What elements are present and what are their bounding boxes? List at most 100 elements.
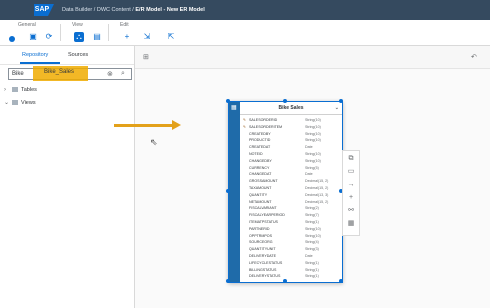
search-value: Bike (12, 71, 24, 77)
resize-handle[interactable] (226, 279, 230, 283)
entity-column-row[interactable]: BILLINGSTATUS String(1) (243, 267, 341, 273)
toolbar-general-label: General (18, 22, 36, 28)
entity-column-row[interactable]: PARTNERID String(10) (243, 226, 341, 232)
entity-column-row[interactable]: CHANGEDAT Date (243, 171, 341, 177)
column-type: String(10) (305, 124, 321, 129)
column-type: String(10) (305, 138, 321, 143)
column-type: String(1) (305, 274, 319, 279)
entity-column-row[interactable]: SOURCEORG String(4) (243, 239, 341, 245)
column-type: String(5) (305, 165, 319, 170)
column-type: Decimal(13, 3) (305, 192, 329, 197)
column-name: NETAMOUNT (249, 199, 272, 204)
entity-column-row[interactable]: PRODUCTID String(10) (243, 137, 341, 143)
tab-sources[interactable]: Sources (68, 52, 88, 58)
toolbar-divider (108, 24, 109, 41)
entity-side-bar: ▦ (229, 102, 240, 282)
undo-icon[interactable]: ↶ (471, 53, 477, 61)
resize-handle[interactable] (283, 279, 287, 283)
resize-handle[interactable] (226, 99, 230, 103)
column-type: Decimal(15, 2) (305, 186, 329, 190)
entity-context-toolbar: ⧉ ▭ → + ⚯ ▦ (342, 150, 360, 236)
entity-column-row[interactable]: DELIVERYSTATUS String(1) (243, 273, 341, 279)
column-name: OPPTRMPOS (249, 233, 272, 238)
column-type: String(10) (305, 152, 321, 156)
breadcrumb-current: E/R Model - New ER Model (135, 7, 205, 13)
entity-column-row[interactable]: DELIVERYDATE Date (243, 253, 341, 259)
entity-column-row[interactable]: QUANTITY Decimal(13, 3) (243, 192, 341, 198)
column-type: String(10) (305, 233, 321, 238)
column-type: String(3) (305, 247, 319, 252)
copy-icon[interactable]: ▭ (346, 167, 356, 177)
left-edge-indicator (9, 36, 15, 42)
entity-column-row[interactable]: CREATEDAT Date (243, 144, 341, 150)
save-icon[interactable]: ▣ (28, 32, 38, 42)
entity-column-row[interactable]: CURRENCY String(5) (243, 165, 341, 171)
column-type: Decimal(15, 2) (305, 199, 329, 204)
view-er-icon[interactable]: ⛬ (74, 32, 84, 42)
column-name: CHANGEDBY (249, 158, 272, 163)
view-list-icon[interactable]: ▤ (92, 32, 102, 42)
add-icon[interactable]: + (346, 193, 356, 203)
entity-column-row[interactable]: CREATEDBY String(10) (243, 131, 341, 137)
entity-column-row[interactable]: NOTEID String(10) (243, 151, 341, 157)
entity-column-row[interactable]: TAXAMOUNT Decimal(15, 2) (243, 185, 341, 191)
entity-column-row[interactable]: ✎ SALESORDERID String(10) (243, 117, 341, 123)
search-icon[interactable]: ⌕ (121, 70, 125, 78)
association-icon[interactable]: ⚯ (346, 206, 356, 216)
column-type: String(1) (305, 267, 319, 272)
app-window: SAP Data Builder / DWC Content / E/R Mod… (0, 0, 490, 308)
tree-item-views[interactable]: ⌄ Views (4, 97, 36, 109)
add-icon[interactable]: + (122, 32, 132, 42)
breadcrumb-path[interactable]: Data Builder / DWC Content / (62, 7, 134, 13)
entity-column-row[interactable]: ✎ SALESORDERITEM String(10) (243, 124, 341, 130)
layout-icon[interactable]: ⊞ (143, 53, 149, 61)
entity-column-row[interactable]: CHANGEDBY String(10) (243, 158, 341, 164)
entity-column-row[interactable]: FISCALVARIANT String(2) (243, 205, 341, 211)
table-icon[interactable]: ▦ (346, 219, 356, 229)
column-name: SALESORDERID (249, 118, 278, 122)
tab-repository[interactable]: Repository (22, 52, 48, 58)
tree-item-bike-sales[interactable]: Bike_Sales (44, 69, 74, 75)
chevron-right-icon[interactable]: › (4, 84, 12, 96)
chevron-down-icon[interactable]: ⌄ (335, 102, 339, 114)
arrow-right-icon[interactable]: → (346, 180, 356, 190)
share-icon[interactable]: ⇱ (166, 32, 176, 42)
entity-column-row[interactable]: NETAMOUNT Decimal(15, 2) (243, 199, 341, 205)
resize-handle[interactable] (226, 189, 230, 193)
entity-column-row[interactable]: OPPTRMPOS String(10) (243, 233, 341, 239)
folder-icon (12, 87, 18, 93)
import-icon[interactable]: ⇲ (142, 32, 152, 42)
entity-title: Bike Sales ⌄ (240, 102, 342, 115)
column-name: NOTEID (249, 152, 263, 156)
entity-column-row[interactable]: ITEMATPSTATUS String(1) (243, 219, 341, 225)
entity-column-row[interactable]: QUANTITYUNIT String(3) (243, 246, 341, 252)
column-type: String(10) (305, 226, 321, 231)
column-name: FISCALVARIANT (249, 206, 277, 211)
column-type: Decimal(15, 2) (305, 179, 329, 184)
tree-item-tables[interactable]: › Tables (4, 84, 37, 96)
resize-handle[interactable] (339, 99, 343, 103)
entity-title-text: Bike Sales (278, 105, 304, 111)
column-type: String(7) (305, 213, 319, 218)
canvas-toolbar: ⊞ ↶ (135, 46, 490, 69)
sap-logo[interactable]: SAP (34, 4, 54, 16)
entity-column-row[interactable]: FISCALYEARPERIOD String(7) (243, 212, 341, 218)
preview-icon[interactable]: ⧉ (346, 154, 356, 164)
column-name: SALESORDERITEM (249, 124, 283, 129)
toolbar-edit-label: Edit (120, 22, 129, 28)
column-type: Date (305, 254, 313, 258)
resize-handle[interactable] (283, 99, 287, 103)
entity-column-row[interactable]: LIFECYCLESTATUS String(1) (243, 260, 341, 266)
drag-arrow-head (172, 120, 181, 130)
column-name: BILLINGSTATUS (249, 267, 277, 272)
chevron-down-icon[interactable]: ⌄ (4, 97, 12, 109)
deploy-icon[interactable]: ⟳ (44, 32, 54, 42)
column-name: DELIVERYSTATUS (249, 274, 281, 279)
clear-icon[interactable]: ⊗ (107, 70, 113, 78)
resize-handle[interactable] (339, 279, 343, 283)
column-name: SOURCEORG (249, 240, 273, 245)
entity-column-row[interactable]: GROSSAMOUNT Decimal(15, 2) (243, 178, 341, 184)
column-name: LIFECYCLESTATUS (249, 260, 283, 265)
column-name: CURRENCY (249, 165, 270, 170)
entity-bike-sales[interactable]: ▦ Bike Sales ⌄ ✎ SALESORDERID String(10) ✎ S… (228, 101, 343, 283)
